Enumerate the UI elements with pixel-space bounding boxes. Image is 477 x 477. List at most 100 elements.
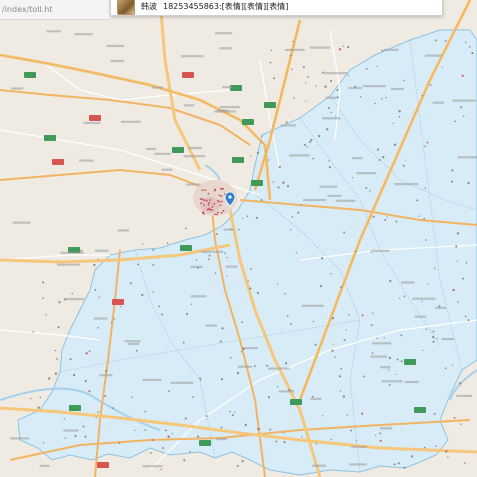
poi-dot: [208, 258, 210, 261]
poi-dot: [396, 358, 399, 361]
poi-dot: [388, 384, 391, 386]
poi-dot: [32, 331, 34, 333]
poi-dot: [365, 187, 368, 190]
place-label: [215, 32, 233, 35]
poi-dot: [347, 75, 350, 77]
poi-dot: [314, 85, 317, 87]
place-label: [381, 380, 403, 383]
poi-dot: [386, 216, 388, 218]
map-canvas[interactable]: [0, 0, 477, 477]
poi-dot: [293, 97, 295, 99]
poi-dot: [42, 297, 44, 300]
poi-dot: [97, 258, 99, 260]
poi-dot: [269, 428, 272, 431]
place-label: [216, 438, 227, 441]
poi-dot: [214, 213, 216, 216]
poi-dot: [93, 263, 96, 267]
poi-dot: [208, 207, 211, 210]
browser-url-bar[interactable]: /index/toll.ht: [0, 0, 110, 20]
poi-dot: [435, 445, 437, 448]
place-label: [325, 96, 337, 99]
poi-dot: [355, 250, 357, 253]
poi-dot: [161, 447, 164, 449]
place-label: [201, 250, 224, 253]
place-label: [289, 154, 310, 157]
poi-dot: [84, 379, 87, 383]
poi-dot: [250, 155, 252, 157]
poi-dot: [315, 443, 317, 445]
poi-dot: [342, 45, 345, 47]
poi-dot: [168, 390, 170, 393]
poi-dot: [220, 378, 224, 381]
poi-dot: [392, 122, 394, 125]
poi-dot: [468, 45, 471, 48]
poi-dot: [418, 215, 420, 217]
place-label: [60, 251, 84, 254]
poi-dot: [376, 65, 378, 68]
poi-dot: [278, 165, 281, 169]
poi-dot: [305, 100, 307, 102]
place-label: [311, 464, 327, 467]
poi-dot: [432, 330, 435, 333]
poi-dot: [42, 281, 45, 284]
place-label: [349, 463, 367, 466]
place-label: [321, 117, 341, 120]
poi-dot: [305, 82, 307, 84]
poi-dot: [283, 432, 285, 434]
poi-dot: [209, 199, 212, 201]
place-label: [95, 249, 109, 252]
poi-dot: [383, 337, 385, 339]
place-label: [65, 298, 85, 301]
poi-dot: [404, 159, 407, 161]
poi-dot: [361, 412, 364, 415]
poi-dot: [450, 180, 454, 183]
place-label: [120, 120, 141, 123]
poi-dot: [226, 257, 228, 259]
place-label: [432, 101, 444, 104]
poi-dot: [269, 61, 272, 64]
place-label: [186, 183, 201, 186]
poi-dot: [444, 40, 447, 42]
poi-dot: [286, 315, 289, 317]
route-shield: [69, 405, 81, 411]
poi-dot: [318, 134, 321, 138]
place-label: [219, 106, 240, 109]
poi-dot: [184, 227, 187, 230]
poi-dot: [336, 88, 339, 92]
poi-dot: [447, 456, 449, 458]
place-label: [146, 147, 157, 150]
poi-dot: [183, 459, 186, 462]
poi-dot: [84, 435, 87, 438]
poi-dot: [276, 386, 279, 388]
chat-notification[interactable]: 韩波 18253455863:[表情][表情][表情]: [110, 0, 443, 16]
place-label: [170, 381, 194, 384]
poi-dot: [164, 429, 167, 432]
poi-dot: [166, 242, 169, 244]
place-label: [10, 437, 30, 440]
poi-dot: [434, 39, 437, 42]
poi-dot: [325, 128, 329, 131]
poi-dot: [241, 459, 244, 463]
poi-dot: [158, 305, 160, 308]
route-shield: [232, 157, 244, 163]
place-label: [11, 87, 24, 90]
poi-dot: [282, 181, 285, 184]
poi-dot: [56, 358, 58, 360]
place-label: [404, 380, 419, 384]
poi-dot: [460, 423, 462, 425]
poi-dot: [97, 326, 99, 329]
poi-dot: [381, 98, 383, 100]
poi-dot: [321, 415, 324, 417]
poi-dot: [69, 358, 72, 361]
poi-dot: [201, 189, 204, 192]
poi-dot: [395, 373, 398, 376]
place-label: [242, 347, 258, 350]
poi-dot: [388, 369, 390, 371]
poi-dot: [222, 209, 225, 212]
poi-dot: [48, 377, 51, 380]
poi-dot: [330, 272, 332, 275]
poi-dot: [343, 231, 346, 234]
poi-dot: [195, 258, 198, 261]
place-label: [205, 324, 217, 327]
poi-dot: [272, 181, 275, 183]
